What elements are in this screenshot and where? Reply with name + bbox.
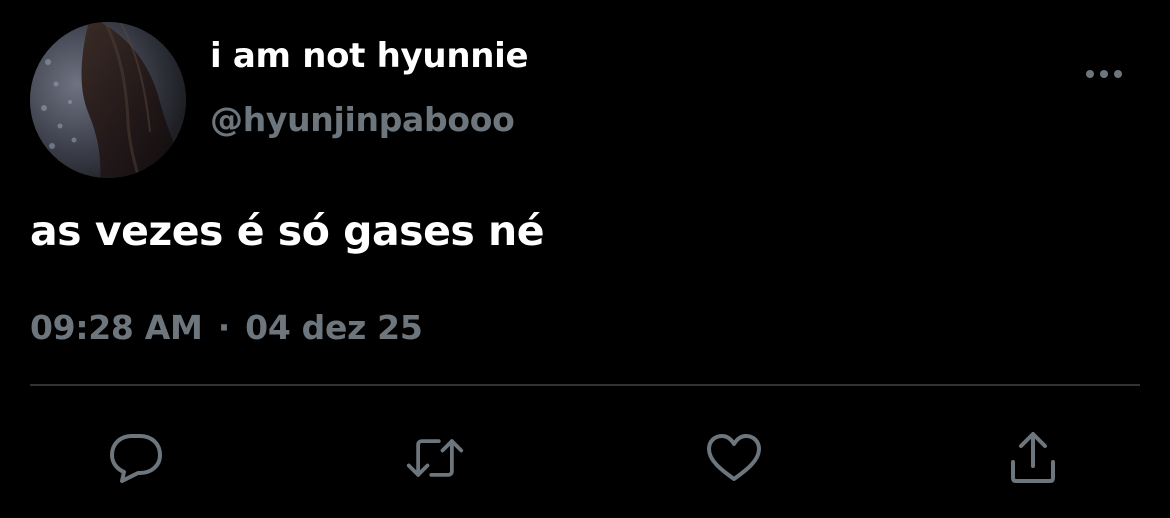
share-icon xyxy=(1011,432,1055,483)
reply-button[interactable] xyxy=(106,428,166,488)
divider xyxy=(30,384,1140,386)
tweet-text: as vezes é só gases né xyxy=(30,207,545,255)
retweet-button[interactable] xyxy=(405,428,465,488)
heart-icon xyxy=(707,434,761,481)
more-options-button[interactable] xyxy=(1082,56,1126,92)
like-button[interactable] xyxy=(704,428,764,488)
tweet-card: i am not hyunnie @hyunjinpabooo as vezes… xyxy=(0,0,1170,518)
user-handle[interactable]: @hyunjinpabooo xyxy=(210,100,515,139)
meta-separator: · xyxy=(217,308,231,347)
avatar[interactable] xyxy=(30,22,186,178)
display-name[interactable]: i am not hyunnie xyxy=(210,36,529,76)
tweet-date: 04 dez 25 xyxy=(245,308,423,347)
more-icon xyxy=(1086,70,1122,78)
share-button[interactable] xyxy=(1003,428,1063,488)
tweet-timestamp[interactable]: 09:28 AM · 04 dez 25 xyxy=(30,308,423,347)
retweet-icon xyxy=(406,439,464,477)
avatar-image xyxy=(30,22,186,178)
tweet-time: 09:28 AM xyxy=(30,308,203,347)
reply-icon xyxy=(110,434,162,483)
